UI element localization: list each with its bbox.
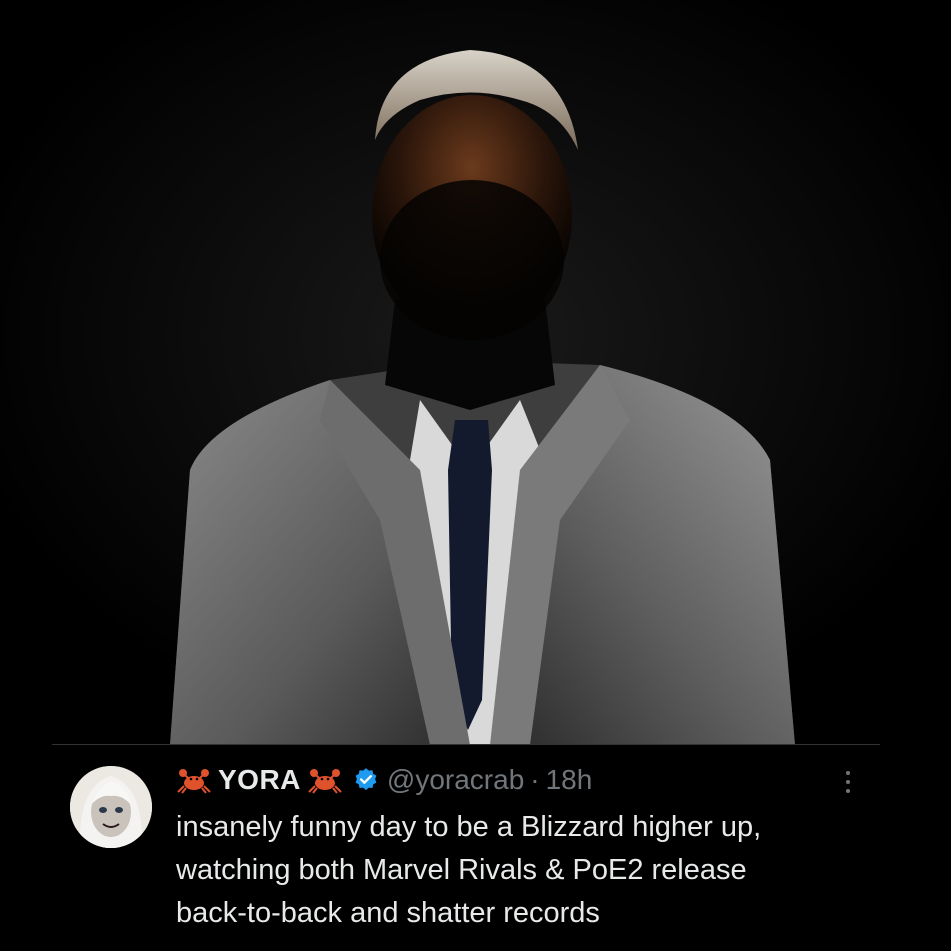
avatar[interactable] [70,766,152,848]
avatar-image [70,766,152,848]
separator-dot: · [530,764,540,795]
crab-icon [177,769,211,794]
suited-man-image [0,0,951,745]
user-handle[interactable]: @yoracrab [387,764,524,796]
tweet-text-line: back-to-back and shatter records [176,897,600,929]
tweet-text-line: watching both Marvel Rivals & PoE2 relea… [176,854,747,886]
crab-icon [308,769,342,794]
display-name[interactable]: YORA [218,764,301,796]
timestamp[interactable]: 18h [546,764,593,796]
verified-badge-icon [355,768,377,791]
tweet-text: insanely funny day to be a Blizzard high… [176,806,896,935]
tweet-header: YORA @yoracrab · 18h [176,762,592,798]
tweet-text-line: insanely funny day to be a Blizzard high… [176,811,762,843]
more-options-icon[interactable] [836,766,860,798]
tweet-media-photo[interactable] [0,0,951,745]
